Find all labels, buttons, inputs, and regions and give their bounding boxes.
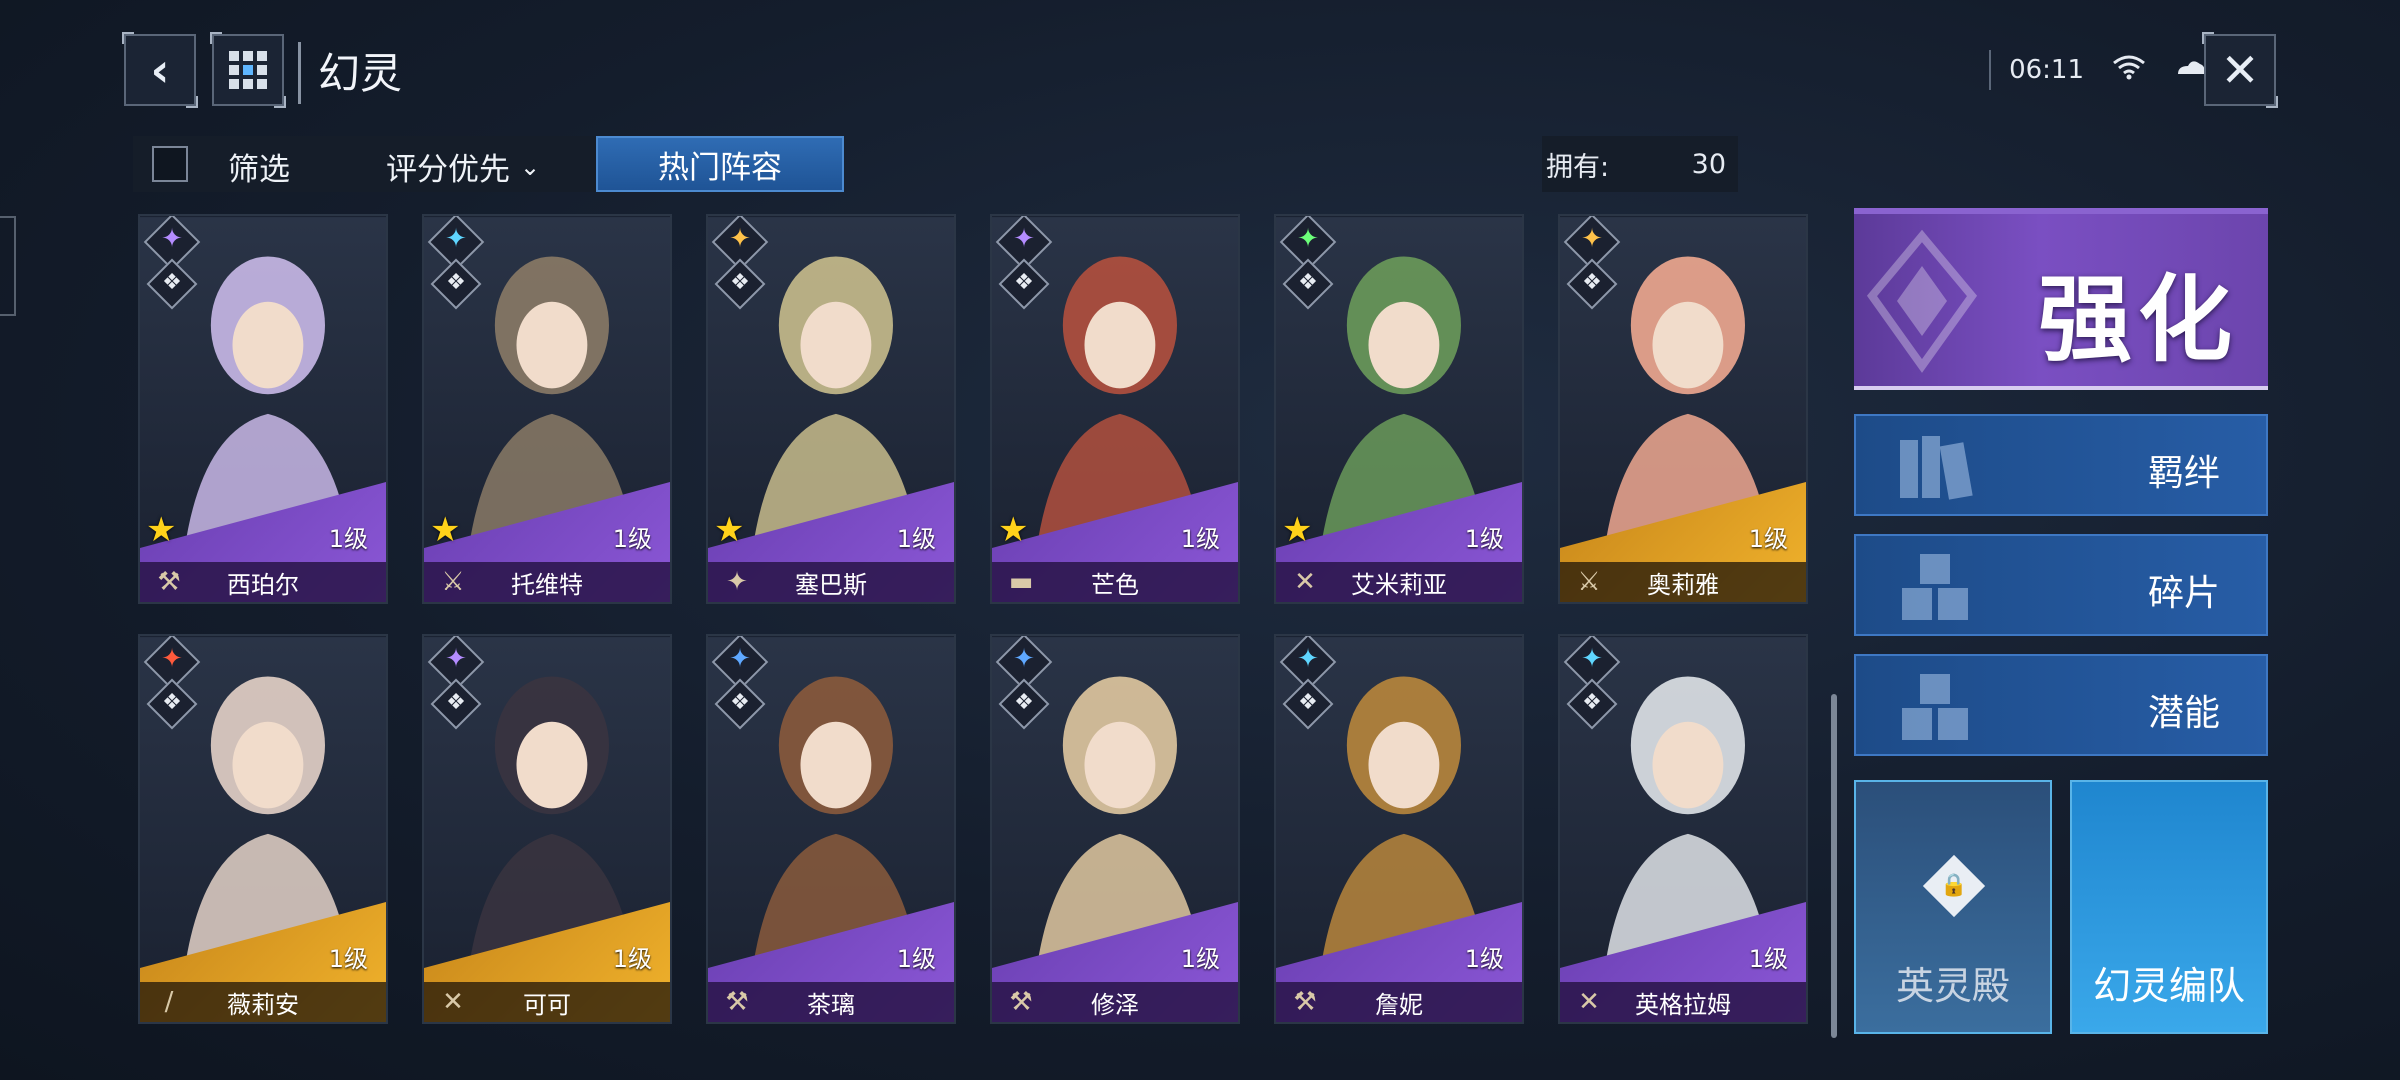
weapon-icon: ✕ xyxy=(442,987,464,1017)
character-level: 1级 xyxy=(1748,525,1788,553)
element-badge: ✦ ❖ xyxy=(1563,216,1621,314)
element-badge: ✦ ❖ xyxy=(427,216,485,314)
close-icon: ✕ xyxy=(2220,43,2260,97)
strengthen-label: 强化 xyxy=(2037,266,2238,375)
character-level: 1级 xyxy=(612,525,652,553)
character-card[interactable]: ✦ ❖ ★ 1级 托维特 ⚔ xyxy=(422,214,672,604)
weapon-icon: / xyxy=(164,987,174,1017)
element-badge: ✦ ❖ xyxy=(143,636,201,734)
character-card[interactable]: ✦ ❖ 1级 英格拉姆 ✕ xyxy=(1558,634,1808,1024)
strengthen-button[interactable]: 强化 xyxy=(1854,208,2268,390)
lock-icon: 🔒 xyxy=(1922,854,1986,918)
bond-button[interactable]: 羁绊 xyxy=(1854,414,2268,516)
boxes-icon xyxy=(1902,554,1968,620)
weapon-icon: ⚔ xyxy=(441,567,465,597)
books-icon xyxy=(1900,436,1973,500)
owned-label: 拥有: xyxy=(1546,151,1610,183)
character-card[interactable]: ✦ ❖ ★ 1级 塞巴斯 ✦ xyxy=(706,214,956,604)
character-level: 1级 xyxy=(612,945,652,973)
star-icon: ★ xyxy=(714,510,745,550)
element-badge: ✦ ❖ xyxy=(427,636,485,734)
potential-button[interactable]: 潜能 xyxy=(1854,654,2268,756)
page-title: 幻灵 xyxy=(318,49,403,98)
star-icon: ★ xyxy=(146,510,177,550)
bond-label: 羁绊 xyxy=(2147,453,2220,494)
grid-icon xyxy=(229,51,267,89)
filter-label[interactable]: 筛选 xyxy=(228,144,290,189)
character-card[interactable]: ✦ ❖ 1级 薇莉安 / xyxy=(138,634,388,1024)
element-badge: ✦ ❖ xyxy=(1563,636,1621,734)
close-button[interactable]: ✕ xyxy=(2202,32,2278,108)
weapon-icon: ⚒ xyxy=(1293,987,1317,1017)
character-level: 1级 xyxy=(328,945,368,973)
weapon-icon: ✕ xyxy=(1578,987,1600,1017)
boxes-icon xyxy=(1902,674,1968,740)
potential-label: 潜能 xyxy=(2147,693,2220,734)
element-badge: ✦ ❖ xyxy=(143,216,201,314)
fragments-button[interactable]: 碎片 xyxy=(1854,534,2268,636)
sort-dropdown[interactable]: 评分优先 ⌄ xyxy=(386,144,540,189)
weapon-icon: ⚒ xyxy=(725,987,749,1017)
hall-tile[interactable]: 🔒 英灵殿 xyxy=(1854,780,2052,1034)
emblem-icon xyxy=(1866,229,1978,373)
character-level: 1级 xyxy=(1748,945,1788,973)
character-card[interactable]: ✦ ❖ ★ 1级 芒色 ▬ xyxy=(990,214,1240,604)
character-card[interactable]: ✦ ❖ 1级 修泽 ⚒ xyxy=(990,634,1240,1024)
formation-tile[interactable]: 幻灵编队 xyxy=(2070,780,2268,1034)
fragments-label: 碎片 xyxy=(2147,573,2220,614)
edge-decoration xyxy=(0,216,16,316)
character-card[interactable]: ✦ ❖ 1级 詹妮 ⚒ xyxy=(1274,634,1524,1024)
clock: 06:11 xyxy=(2009,55,2084,85)
hall-label: 英灵殿 xyxy=(1895,964,2010,1008)
weapon-icon: ⚒ xyxy=(1009,987,1033,1017)
character-card[interactable]: ✦ ❖ ★ 1级 西珀尔 ⚒ xyxy=(138,214,388,604)
character-level: 1级 xyxy=(896,525,936,553)
scrollbar[interactable] xyxy=(1831,694,1837,1038)
element-badge: ✦ ❖ xyxy=(1279,216,1337,314)
character-card[interactable]: ✦ ❖ 1级 奥莉雅 ⚔ xyxy=(1558,214,1808,604)
formation-label: 幻灵编队 xyxy=(2092,964,2245,1008)
character-level: 1级 xyxy=(1464,525,1504,553)
wifi-icon xyxy=(2112,54,2146,87)
character-card[interactable]: ✦ ❖ 1级 茶璃 ⚒ xyxy=(706,634,956,1024)
weapon-icon: ✦ xyxy=(726,567,748,597)
character-level: 1级 xyxy=(1180,525,1220,553)
sort-label: 评分优先 xyxy=(386,152,510,188)
weapon-icon: ▬ xyxy=(1008,567,1034,597)
character-card[interactable]: ✦ ❖ ★ 1级 艾米莉亚 ✕ xyxy=(1274,214,1524,604)
element-badge: ✦ ❖ xyxy=(995,216,1053,314)
hot-lineup-button[interactable]: 热门阵容 xyxy=(596,136,844,192)
element-badge: ✦ ❖ xyxy=(995,636,1053,734)
chevron-down-icon: ⌄ xyxy=(520,152,541,181)
star-icon: ★ xyxy=(430,510,461,550)
star-icon: ★ xyxy=(998,510,1029,550)
element-badge: ✦ ❖ xyxy=(711,636,769,734)
character-level: 1级 xyxy=(896,945,936,973)
title-divider xyxy=(298,42,301,104)
character-card[interactable]: ✦ ❖ 1级 可可 ✕ xyxy=(422,634,672,1024)
weapon-icon: ⚔ xyxy=(1577,567,1601,597)
character-level: 1级 xyxy=(328,525,368,553)
menu-button[interactable] xyxy=(210,32,286,108)
weapon-icon: ⚒ xyxy=(157,567,181,597)
filter-checkbox[interactable] xyxy=(152,146,188,182)
back-icon: ‹ xyxy=(150,43,170,97)
star-icon: ★ xyxy=(1282,510,1313,550)
back-button[interactable]: ‹ xyxy=(122,32,198,108)
element-badge: ✦ ❖ xyxy=(711,216,769,314)
weapon-icon: ✕ xyxy=(1294,567,1316,597)
character-level: 1级 xyxy=(1464,945,1504,973)
weather-icon xyxy=(2174,54,2208,87)
character-level: 1级 xyxy=(1180,945,1220,973)
owned-count: 30 xyxy=(1691,148,1726,180)
element-badge: ✦ ❖ xyxy=(1279,636,1337,734)
owned-count-box: 拥有: 30 xyxy=(1542,136,1738,192)
